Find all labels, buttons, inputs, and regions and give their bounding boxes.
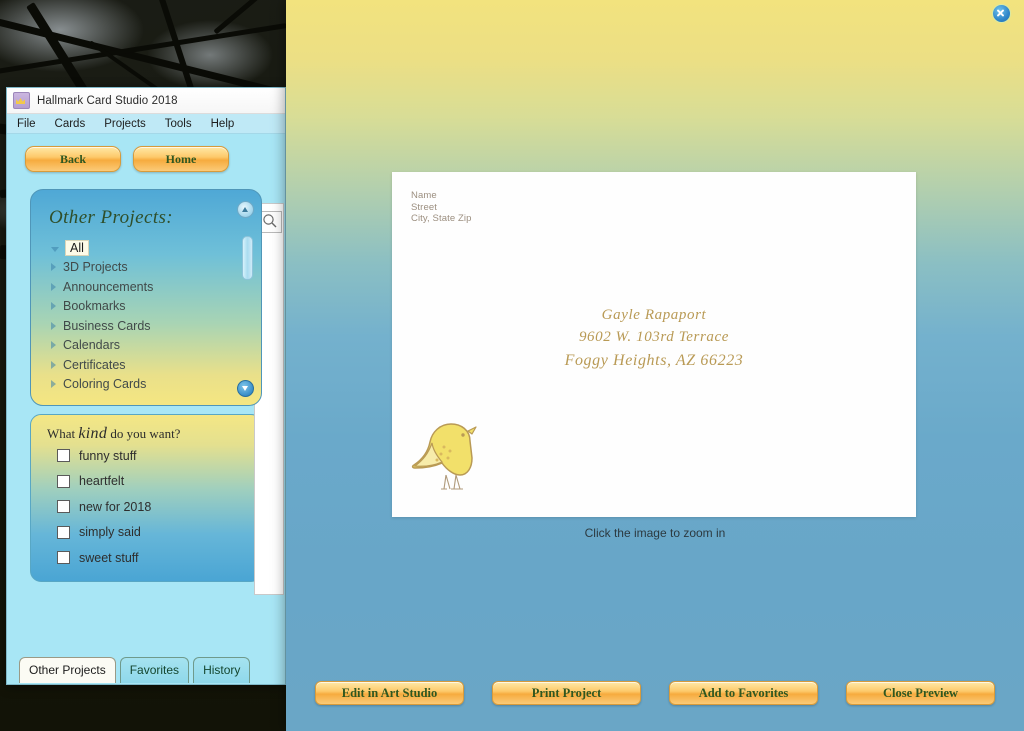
menu-file[interactable]: File	[17, 118, 36, 130]
yellow-bird-icon	[410, 421, 480, 500]
return-address-line-1: Name	[411, 190, 437, 201]
what-kind-panel: What kind do you want? funny stuff heart…	[30, 414, 262, 582]
window-titlebar: Hallmark Card Studio 2018	[7, 88, 285, 114]
recipient-city-state-zip: Foggy Heights, AZ 66223	[564, 352, 744, 369]
project-label: 3D Projects	[63, 260, 128, 275]
checkbox-label: simply said	[79, 525, 141, 540]
window-title: Hallmark Card Studio 2018	[37, 94, 178, 107]
home-button[interactable]: Home	[133, 146, 229, 172]
checkbox-icon[interactable]	[57, 551, 70, 565]
sidebar-item-3d-projects[interactable]: 3D Projects	[51, 258, 261, 278]
sidebar-item-calendars[interactable]: Calendars	[51, 336, 261, 356]
checkbox-label: funny stuff	[79, 448, 137, 463]
other-projects-panel: Other Projects: All 3D Projects Announce…	[30, 189, 262, 406]
recipient-name: Gayle Rapaport	[601, 307, 707, 323]
hallmark-crown-icon	[13, 92, 30, 109]
scroll-up-icon[interactable]	[237, 201, 254, 218]
sidebar-item-coloring-cards[interactable]: Coloring Cards	[51, 375, 261, 395]
menu-cards[interactable]: Cards	[55, 118, 86, 130]
return-address: Name Street City, State Zip	[411, 190, 471, 225]
back-button[interactable]: Back	[25, 146, 121, 172]
checkbox-row-heartfelt[interactable]: heartfelt	[31, 469, 261, 495]
add-to-favorites-button[interactable]: Add to Favorites	[669, 681, 818, 705]
sidebar-item-bookmarks[interactable]: Bookmarks	[51, 297, 261, 317]
project-label: All	[65, 239, 89, 256]
tab-favorites[interactable]: Favorites	[119, 657, 190, 683]
project-list-scrollbar[interactable]	[241, 218, 253, 338]
checkbox-row-simply-said[interactable]: simply said	[31, 520, 261, 546]
other-projects-title: Other Projects:	[49, 207, 174, 228]
project-label: Announcements	[63, 279, 154, 294]
menu-help[interactable]: Help	[211, 118, 235, 130]
checkbox-row-new-for-2018[interactable]: new for 2018	[31, 494, 261, 520]
sidebar-tabs: Other Projects Favorites History	[19, 657, 251, 683]
chevron-right-icon	[51, 263, 56, 272]
return-address-line-3: City, State Zip	[411, 213, 472, 224]
chevron-down-icon	[51, 246, 59, 252]
sidebar-item-certificates[interactable]: Certificates	[51, 355, 261, 375]
return-address-line-2: Street	[411, 201, 437, 213]
navigation-row: Back Home	[7, 134, 285, 172]
chevron-right-icon	[51, 380, 56, 389]
chevron-right-icon	[51, 282, 56, 291]
search-icon[interactable]	[260, 211, 282, 233]
recipient-street: 9602 W. 103rd Terrace	[578, 329, 730, 345]
chevron-right-icon	[51, 360, 56, 369]
sidebar-item-business-cards[interactable]: Business Cards	[51, 316, 261, 336]
tab-history[interactable]: History	[193, 657, 251, 683]
what-kind-title: What kind do you want?	[31, 415, 261, 443]
scrollbar-thumb[interactable]	[242, 236, 253, 280]
sidebar-item-announcements[interactable]: Announcements	[51, 277, 261, 297]
menu-tools[interactable]: Tools	[165, 118, 192, 130]
print-project-button[interactable]: Print Project	[492, 681, 641, 705]
project-category-list: All 3D Projects Announcements Bookmarks …	[31, 238, 261, 394]
chevron-right-icon	[51, 341, 56, 350]
chevron-right-icon	[51, 321, 56, 330]
edit-in-art-studio-button[interactable]: Edit in Art Studio	[315, 681, 464, 705]
what-kind-suffix: do you want?	[110, 426, 181, 441]
project-label: Coloring Cards	[63, 377, 147, 392]
checkbox-icon[interactable]	[57, 525, 70, 539]
project-preview-overlay: Name Street City, State Zip Gayle Rapapo…	[286, 0, 1024, 731]
close-icon[interactable]	[992, 4, 1011, 23]
project-label: Calendars	[63, 338, 120, 353]
what-kind-emphasis: kind	[78, 425, 108, 442]
what-kind-prefix: What	[47, 426, 76, 441]
tab-other-projects[interactable]: Other Projects	[19, 657, 116, 683]
project-label: Certificates	[63, 357, 126, 372]
checkbox-label: sweet stuff	[79, 550, 139, 565]
project-label: Bookmarks	[63, 299, 126, 314]
project-label: Business Cards	[63, 318, 151, 333]
chevron-right-icon	[51, 302, 56, 311]
checkbox-row-sweet-stuff[interactable]: sweet stuff	[31, 545, 261, 571]
sidebar-item-all[interactable]: All	[51, 238, 261, 258]
checkbox-icon[interactable]	[57, 449, 70, 463]
checkbox-icon[interactable]	[57, 474, 70, 488]
envelope-preview[interactable]: Name Street City, State Zip Gayle Rapapo…	[392, 172, 916, 517]
checkbox-label: heartfelt	[79, 474, 125, 489]
zoom-hint-caption: Click the image to zoom in	[584, 526, 726, 540]
hallmark-card-studio-window: Hallmark Card Studio 2018 File Cards Pro…	[6, 87, 286, 685]
preview-action-bar: Edit in Art Studio Print Project Add to …	[286, 681, 1024, 705]
checkbox-label: new for 2018	[79, 499, 152, 514]
recipient-address: Gayle Rapaport 9602 W. 103rd Terrace Fog…	[392, 304, 916, 373]
menu-bar: File Cards Projects Tools Help	[7, 114, 285, 134]
close-preview-button[interactable]: Close Preview	[846, 681, 995, 705]
checkbox-icon[interactable]	[57, 500, 70, 514]
menu-projects[interactable]: Projects	[104, 118, 146, 130]
checkbox-row-funny-stuff[interactable]: funny stuff	[31, 443, 261, 469]
scroll-down-icon[interactable]	[237, 380, 254, 397]
